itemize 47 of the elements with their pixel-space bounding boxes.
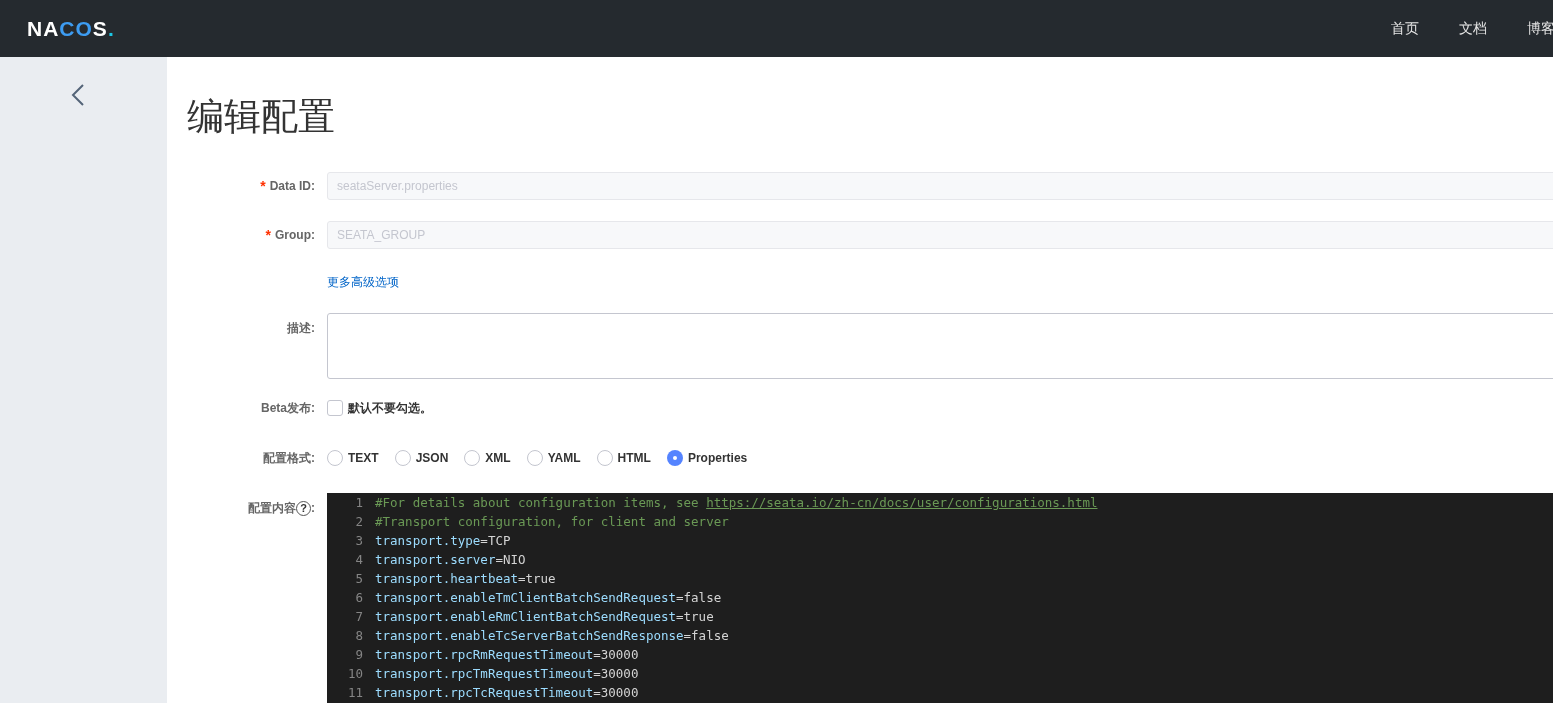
line-number: 1	[354, 494, 364, 512]
format-radio[interactable]: XML	[464, 449, 511, 467]
label-colon: :	[311, 500, 315, 517]
code-line: transport.rpcTcRequestTimeout=30000	[375, 684, 639, 702]
line-number: 11	[346, 684, 364, 702]
format-radio[interactable]: HTML	[596, 449, 651, 467]
code-line: transport.type=TCP	[375, 532, 511, 550]
field-label: Data ID:	[269, 178, 315, 195]
page-title: 编辑配置	[187, 95, 336, 139]
description-field[interactable]	[327, 313, 1553, 379]
code-line: transport.rpcTmRequestTimeout=30000	[375, 665, 639, 683]
line-number: 2	[354, 513, 364, 531]
code-line: #For details about configuration items, see https://seata.io/zh-cn/docs/user/configurations.html	[375, 494, 1098, 512]
field-label: 配置内容	[248, 500, 296, 517]
code-line: transport.heartbeat=true	[375, 570, 556, 588]
code-editor[interactable]	[327, 493, 1553, 703]
format-radio[interactable]: TEXT	[327, 449, 379, 467]
field-label: Group:	[275, 227, 315, 244]
code-line: transport.enableRmClientBatchSendRequest=true	[375, 608, 714, 626]
code-line: transport.server=NIO	[375, 551, 526, 569]
line-number: 4	[354, 551, 364, 569]
line-number: 6	[354, 589, 364, 607]
field-label: Beta发布:	[261, 400, 315, 417]
line-number: 7	[354, 608, 364, 626]
field-label: 描述:	[287, 320, 315, 337]
line-number: 8	[354, 627, 364, 645]
line-number: 9	[354, 646, 364, 664]
format-radio[interactable]: JSON	[394, 449, 449, 467]
required-mark: *	[260, 179, 266, 193]
code-line: transport.rpcRmRequestTimeout=30000	[375, 646, 639, 664]
line-number: 5	[354, 570, 364, 588]
advanced-options-link[interactable]: 更多高级选项	[327, 275, 399, 289]
format-radio[interactable]: Properties	[666, 449, 748, 467]
field-label: 配置格式:	[263, 450, 315, 467]
code-line: transport.enableTmClientBatchSendRequest=false	[375, 589, 722, 607]
nav-link[interactable]: 首页	[1391, 18, 1419, 39]
nav-link[interactable]: 文档	[1459, 18, 1487, 39]
checkbox[interactable]	[327, 400, 343, 416]
format-radio[interactable]: YAML	[526, 449, 581, 467]
required-mark: *	[265, 228, 271, 242]
checkbox-label: 默认不要勾选。	[348, 400, 432, 417]
code-line: #Transport configuration, for client and server	[375, 513, 729, 531]
code-line: transport.enableTcServerBatchSendResponse=false	[375, 627, 729, 645]
nacos-logo[interactable]: NACOS.	[27, 12, 115, 45]
code-link[interactable]: https://seata.io/zh-cn/docs/user/configurations.html	[706, 495, 1098, 510]
line-number: 3	[354, 532, 364, 550]
line-number: 10	[346, 665, 364, 683]
